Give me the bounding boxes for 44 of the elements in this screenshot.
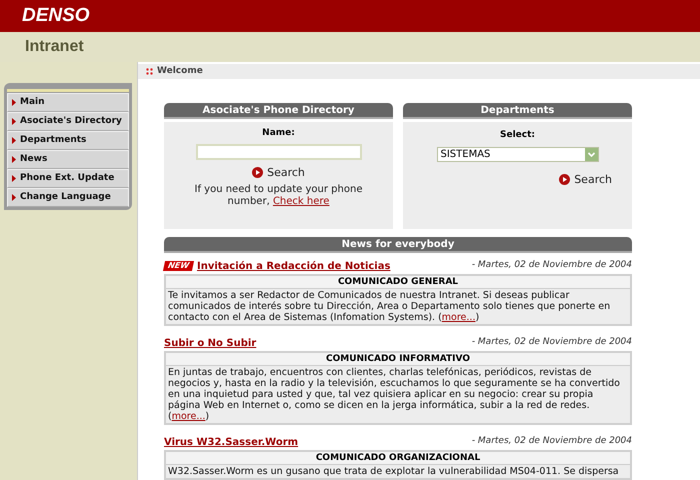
more-link[interactable]: more... (172, 411, 206, 422)
dots-icon (146, 68, 153, 75)
news-category: COMUNICADO INFORMATIVO (166, 353, 630, 366)
news-body: Te invitamos a ser Redactor de Comunicados de nuestra Intranet. Si deseas publicar comunicados de interés sobre tu Dirección, Area o Departamento solo tienes que ponerte en contacto con el Area de Sistemas (Infomation Systems). (more...) (167, 289, 612, 324)
news-title-link[interactable]: Invitación a Redacción de Noticias (196, 258, 390, 274)
play-circle-icon (252, 167, 264, 178)
menu-item[interactable]: Departments (7, 131, 129, 150)
news-category: COMUNICADO ORGANIZACIONAL (166, 452, 630, 465)
triangle-bullet-icon (12, 194, 16, 201)
panel-header: Departments (403, 103, 632, 119)
triangle-bullet-icon (12, 118, 16, 125)
triangle-bullet-icon (12, 175, 16, 182)
check-here-link[interactable]: Check here (272, 196, 330, 207)
field-label: Name: (262, 127, 295, 140)
name-input-field[interactable] (196, 144, 362, 160)
menu-item[interactable]: News (7, 150, 129, 169)
triangle-bullet-icon (12, 137, 16, 144)
menu-item[interactable]: Phone Ext. Update (7, 169, 129, 188)
more-link[interactable]: more... (442, 312, 476, 323)
news-category: COMUNICADO GENERAL (166, 276, 630, 289)
panel-header: News for everybody (164, 237, 632, 253)
news-title-link[interactable]: Virus W32.Sasser.Worm (164, 434, 298, 450)
menu-item[interactable]: Change Language (7, 188, 129, 207)
news-body: W32.Sasser.Worm es un gusano que trata de explotar la vulnerabilidad MS04-011. Se dispersa (167, 465, 620, 478)
panel-header: Asociate's Phone Directory (164, 103, 393, 119)
menu-item[interactable]: Main (7, 93, 129, 112)
department-select[interactable]: SISTEMAS (436, 146, 598, 162)
search-button[interactable]: Search (559, 172, 612, 188)
menu-item[interactable]: Asociate's Directory (7, 112, 129, 131)
play-circle-icon (559, 174, 570, 186)
news-date: - Martes, 02 de Noviembre de 2004 (472, 259, 632, 272)
new-badge: NEW (162, 261, 194, 271)
update-note: If you need to update your phone number, Check here (194, 184, 364, 208)
breadcrumb-text: Welcome (157, 64, 203, 78)
triangle-bullet-icon (12, 99, 16, 106)
news-date: - Martes, 02 de Noviembre de 2004 (472, 435, 632, 448)
brand-logo: DENSO (22, 4, 90, 28)
news-body: En juntas de trabajo, encuentros con clientes, charlas telefónicas, periódicos, revistas de negocios y, hasta en la radio y la televisión, escuchamos lo que seguramente se ha convertido en una inquietud para usted y que, tal vez quisiera aplicar en su negocio: crear su propia página Web en Internet o, como se dicen en la jerga informática, subir a la red de redes. (more...) (167, 366, 621, 423)
news-date: - Martes, 02 de Noviembre de 2004 (472, 336, 632, 350)
search-button[interactable]: Search (252, 164, 305, 181)
triangle-bullet-icon (12, 156, 16, 163)
news-title-link[interactable]: Subir o No Subir (164, 336, 256, 350)
site-title: Intranet (25, 37, 84, 57)
field-label: Select: (500, 129, 535, 142)
